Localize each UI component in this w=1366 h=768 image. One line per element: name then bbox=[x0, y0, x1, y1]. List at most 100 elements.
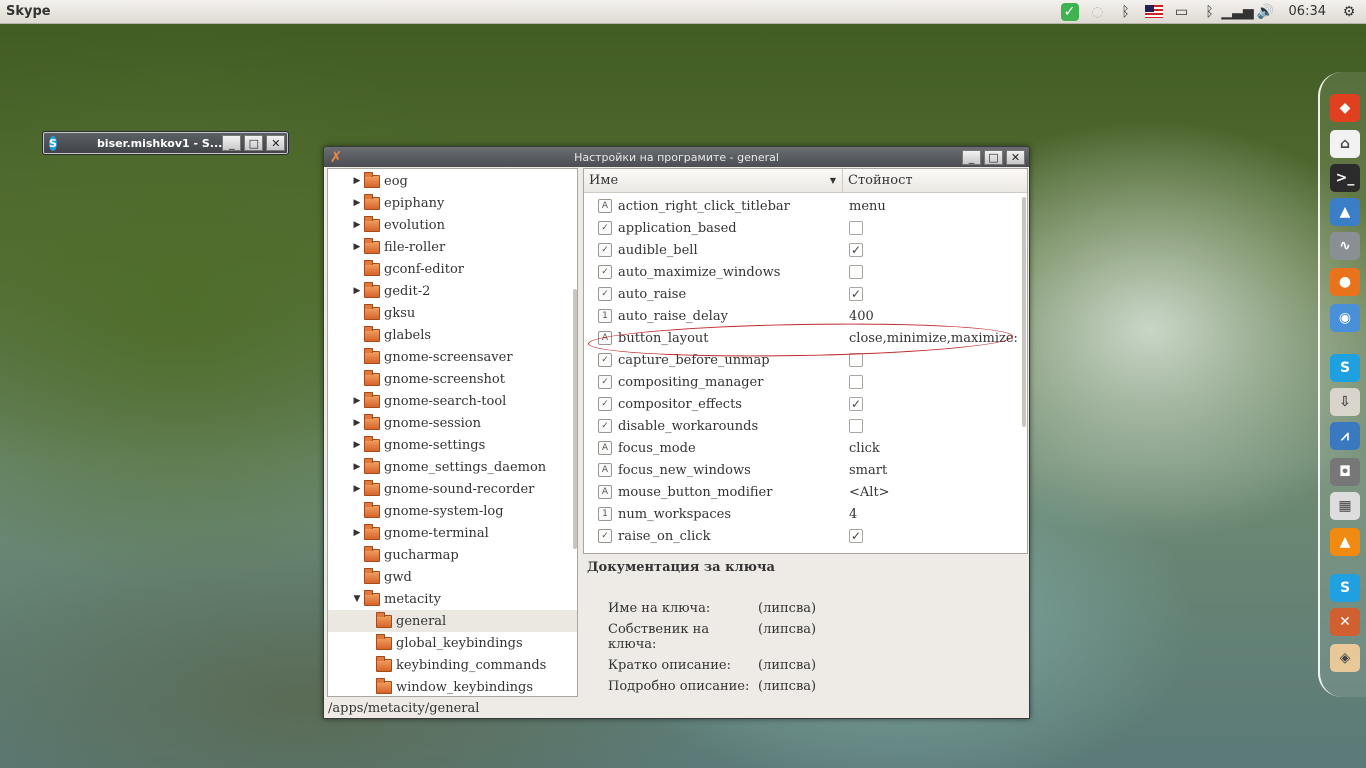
key-value-cell[interactable] bbox=[843, 375, 863, 389]
column-header-value[interactable]: Стойност bbox=[843, 169, 913, 192]
expand-arrow-icon[interactable]: ▶ bbox=[350, 440, 364, 450]
tree-item[interactable]: keybinding_commands bbox=[328, 654, 577, 676]
key-value-cell[interactable]: <Alt> bbox=[843, 485, 890, 500]
key-row[interactable]: Abutton_layout close,minimize,maximize: bbox=[584, 327, 1027, 349]
key-value-cell[interactable] bbox=[843, 419, 863, 433]
key-value-cell[interactable]: close,minimize,maximize: bbox=[843, 331, 1018, 346]
skype-icon-2[interactable]: S bbox=[1330, 574, 1360, 602]
arch-icon[interactable]: ▲ bbox=[1330, 198, 1360, 226]
tree-item[interactable]: ▶ gnome-settings bbox=[328, 434, 577, 456]
battery-icon[interactable]: ▭ bbox=[1173, 3, 1191, 21]
tree-item[interactable]: ▶ gnome-sound-recorder bbox=[328, 478, 577, 500]
tree-item[interactable]: ▶ gedit-2 bbox=[328, 280, 577, 302]
key-value-cell[interactable]: smart bbox=[843, 463, 887, 478]
expand-arrow-icon[interactable]: ▶ bbox=[350, 198, 364, 208]
tree-item[interactable]: ▶ gnome-session bbox=[328, 412, 577, 434]
chromium-icon[interactable]: ◉ bbox=[1330, 304, 1360, 332]
volume-icon[interactable]: 🔊 bbox=[1257, 3, 1275, 21]
value-checkbox[interactable] bbox=[849, 353, 863, 367]
tree-item[interactable]: gnome-screenshot bbox=[328, 368, 577, 390]
key-row[interactable]: ✓ disable_workarounds bbox=[584, 415, 1027, 437]
key-row[interactable]: ✓ audible_bell ✓ bbox=[584, 239, 1027, 261]
activity-monitor-icon[interactable]: ⩘ bbox=[1330, 422, 1360, 450]
key-value-cell[interactable] bbox=[843, 265, 863, 279]
skype-icon[interactable]: S bbox=[1330, 354, 1360, 382]
tree-item[interactable]: window_keybindings bbox=[328, 676, 577, 696]
key-row[interactable]: 1 auto_raise_delay 400 bbox=[584, 305, 1027, 327]
session-gear-icon[interactable]: ⚙ bbox=[1340, 3, 1358, 21]
tools-icon[interactable]: ✕ bbox=[1330, 608, 1360, 636]
expand-arrow-icon[interactable]: ▶ bbox=[350, 528, 364, 538]
key-value-cell[interactable] bbox=[843, 353, 863, 367]
key-row[interactable]: 1 num_workspaces 4 bbox=[584, 503, 1027, 525]
window-titlebar[interactable]: ✗ Настройки на програмите - general _ □ … bbox=[324, 147, 1029, 167]
key-value-cell[interactable]: ✓ bbox=[843, 397, 863, 411]
value-checkbox[interactable] bbox=[849, 419, 863, 433]
key-row[interactable]: ✓ compositing_manager bbox=[584, 371, 1027, 393]
value-checkbox[interactable]: ✓ bbox=[849, 529, 863, 543]
directory-tree[interactable]: ▶ eog ▶ epiphany ▶ evolution ▶ file-roller gconf… bbox=[327, 168, 578, 697]
tree-item[interactable]: gconf-editor bbox=[328, 258, 577, 280]
key-value-cell[interactable]: menu bbox=[843, 199, 886, 214]
tree-item[interactable]: gnome-screensaver bbox=[328, 346, 577, 368]
expand-arrow-icon[interactable]: ▶ bbox=[350, 286, 364, 296]
value-checkbox[interactable] bbox=[849, 265, 863, 279]
tree-item[interactable]: ▼ metacity bbox=[328, 588, 577, 610]
tree-item[interactable]: ▶ gnome-terminal bbox=[328, 522, 577, 544]
tree-item[interactable]: ▶ epiphany bbox=[328, 192, 577, 214]
tree-scrollbar[interactable] bbox=[573, 289, 577, 549]
key-row[interactable]: Afocus_mode click bbox=[584, 437, 1027, 459]
idle-app-icon[interactable]: ◌ bbox=[1089, 3, 1107, 21]
key-value-cell[interactable]: ✓ bbox=[843, 243, 863, 257]
tree-item[interactable]: ▶ gnome-search-tool bbox=[328, 390, 577, 412]
maximize-button[interactable]: □ bbox=[244, 135, 264, 151]
tree-item[interactable]: general bbox=[328, 610, 577, 632]
expand-arrow-icon[interactable]: ▶ bbox=[350, 462, 364, 472]
expand-arrow-icon[interactable]: ▶ bbox=[350, 176, 364, 186]
value-checkbox[interactable]: ✓ bbox=[849, 287, 863, 301]
value-checkbox[interactable]: ✓ bbox=[849, 397, 863, 411]
camera-icon[interactable]: ◘ bbox=[1330, 458, 1360, 486]
key-value-cell[interactable]: click bbox=[843, 441, 880, 456]
tree-item[interactable]: gnome-system-log bbox=[328, 500, 577, 522]
keyboard-layout-flag-icon[interactable] bbox=[1144, 3, 1163, 21]
value-checkbox[interactable]: ✓ bbox=[849, 243, 863, 257]
maximize-button[interactable]: □ bbox=[984, 149, 1003, 165]
key-row[interactable]: Aaction_right_click_titlebar menu bbox=[584, 195, 1027, 217]
clock[interactable]: 06:34 bbox=[1289, 4, 1326, 19]
tree-item[interactable]: ▶ file-roller bbox=[328, 236, 577, 258]
tree-item[interactable]: gwd bbox=[328, 566, 577, 588]
key-list-scrollbar[interactable] bbox=[1022, 197, 1026, 427]
bluetooth-icon[interactable]: ᛒ bbox=[1117, 3, 1135, 21]
expand-arrow-icon[interactable]: ▶ bbox=[350, 418, 364, 428]
download-icon[interactable]: ⇩ bbox=[1330, 388, 1360, 416]
firefox-icon[interactable]: ● bbox=[1330, 268, 1360, 296]
key-row[interactable]: ✓ auto_raise ✓ bbox=[584, 283, 1027, 305]
terminal-icon[interactable]: >_ bbox=[1330, 164, 1360, 192]
skype-mini-window[interactable]: S biser.mishkov1 - S... _ □ ✕ bbox=[42, 131, 289, 155]
close-button[interactable]: ✕ bbox=[1006, 149, 1025, 165]
column-header-name[interactable]: Име ▼ bbox=[584, 169, 843, 192]
key-value-cell[interactable]: ✓ bbox=[843, 287, 863, 301]
tree-item[interactable]: ▶ evolution bbox=[328, 214, 577, 236]
key-value-cell[interactable]: 4 bbox=[843, 507, 857, 522]
value-checkbox[interactable] bbox=[849, 375, 863, 389]
tree-item[interactable]: ▶ eog bbox=[328, 170, 577, 192]
key-list[interactable]: Име ▼ Стойност Aaction_right_click_title… bbox=[583, 168, 1028, 554]
expand-arrow-icon[interactable]: ▶ bbox=[350, 242, 364, 252]
minimize-button[interactable]: _ bbox=[222, 135, 242, 151]
key-row[interactable]: ✓ compositor_effects ✓ bbox=[584, 393, 1027, 415]
minimize-button[interactable]: _ bbox=[962, 149, 981, 165]
key-row[interactable]: Afocus_new_windows smart bbox=[584, 459, 1027, 481]
system-monitor-icon[interactable]: ∿ bbox=[1330, 232, 1360, 260]
vlc-icon[interactable]: ▲ bbox=[1330, 528, 1360, 556]
key-row[interactable]: ✓ application_based bbox=[584, 217, 1027, 239]
network-signal-icon[interactable]: ▁▃▅ bbox=[1221, 3, 1253, 21]
tree-item[interactable]: global_keybindings bbox=[328, 632, 577, 654]
calculator-icon[interactable]: ▦ bbox=[1330, 492, 1360, 520]
bluetooth-icon-2[interactable]: ᛒ bbox=[1201, 3, 1219, 21]
key-value-cell[interactable] bbox=[843, 221, 863, 235]
close-button[interactable]: ✕ bbox=[266, 135, 286, 151]
package-icon[interactable]: ◈ bbox=[1330, 644, 1360, 672]
value-checkbox[interactable] bbox=[849, 221, 863, 235]
